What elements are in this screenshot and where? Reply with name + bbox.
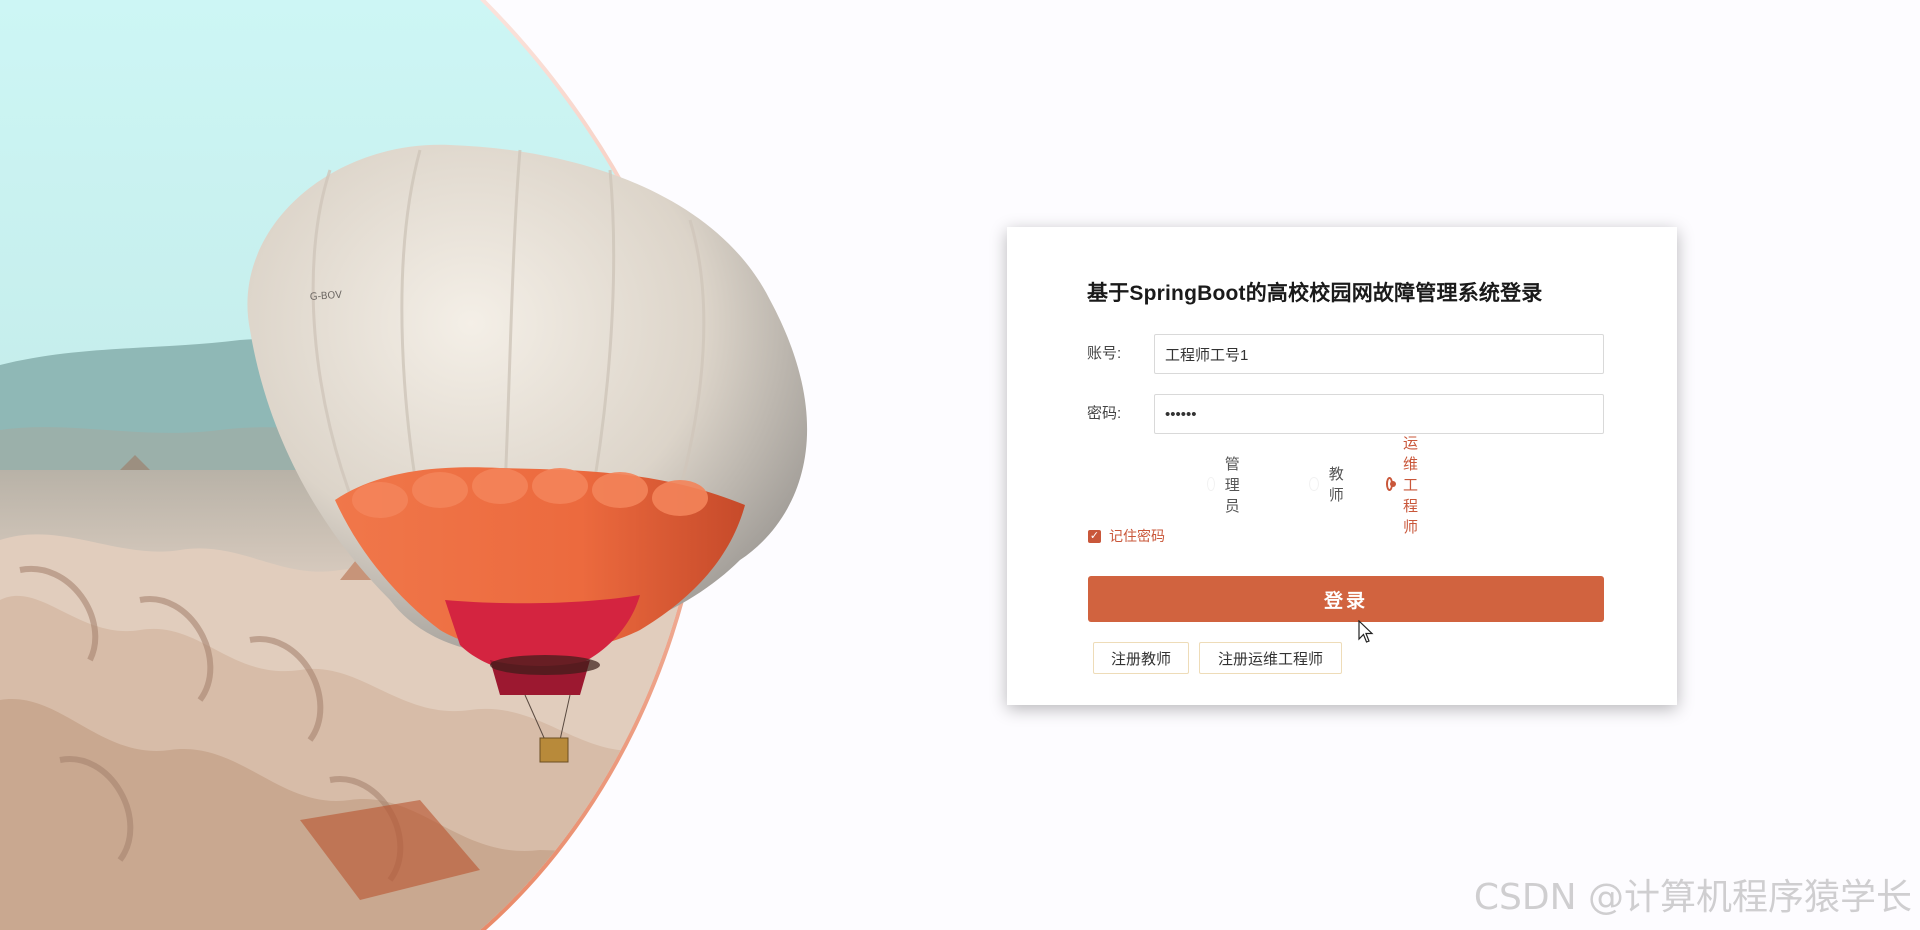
login-card: 基于SpringBoot的高校校园网故障管理系统登录 账号: 密码: 管理员 教…: [1007, 227, 1677, 705]
radio-icon: [1309, 477, 1319, 491]
role-option-admin[interactable]: 管理员: [1207, 456, 1246, 515]
radio-icon: [1207, 477, 1215, 491]
remember-password-label: 记住密码: [1109, 528, 1165, 544]
role-label-admin: 管理员: [1224, 455, 1240, 515]
role-option-engineer[interactable]: 运维工程师: [1386, 435, 1425, 536]
login-title: 基于SpringBoot的高校校园网故障管理系统登录: [1087, 282, 1543, 305]
hero-image: G-BOV: [0, 0, 850, 930]
role-label-teacher: 教师: [1328, 466, 1344, 504]
password-input[interactable]: [1154, 394, 1604, 434]
checkbox-checked-icon: ✓: [1088, 529, 1101, 543]
account-label: 账号:: [1087, 345, 1122, 362]
watermark-text: CSDN @计算机程序猿学长: [1473, 877, 1912, 918]
login-button[interactable]: 登录: [1088, 576, 1604, 622]
role-label-engineer: 运维工程师: [1402, 434, 1418, 536]
register-teacher-button[interactable]: 注册教师: [1093, 642, 1189, 674]
hot-air-balloon-illustration: G-BOV: [0, 0, 808, 930]
svg-text:G-BOV: G-BOV: [309, 290, 342, 303]
register-engineer-button[interactable]: 注册运维工程师: [1199, 642, 1342, 674]
password-label: 密码:: [1087, 405, 1122, 422]
account-row: 账号:: [1087, 334, 1604, 374]
password-row: 密码:: [1087, 394, 1604, 434]
remember-password-checkbox[interactable]: ✓ 记住密码: [1088, 526, 1165, 546]
radio-checked-icon: [1386, 477, 1396, 491]
account-input[interactable]: [1154, 334, 1604, 374]
role-option-teacher[interactable]: 教师: [1309, 466, 1348, 504]
mouse-cursor-icon: [1358, 620, 1374, 643]
login-page: G-BOV 基于SpringBoot的高校校园网故障管理系统登录 账号: 工程师…: [0, 0, 1920, 930]
